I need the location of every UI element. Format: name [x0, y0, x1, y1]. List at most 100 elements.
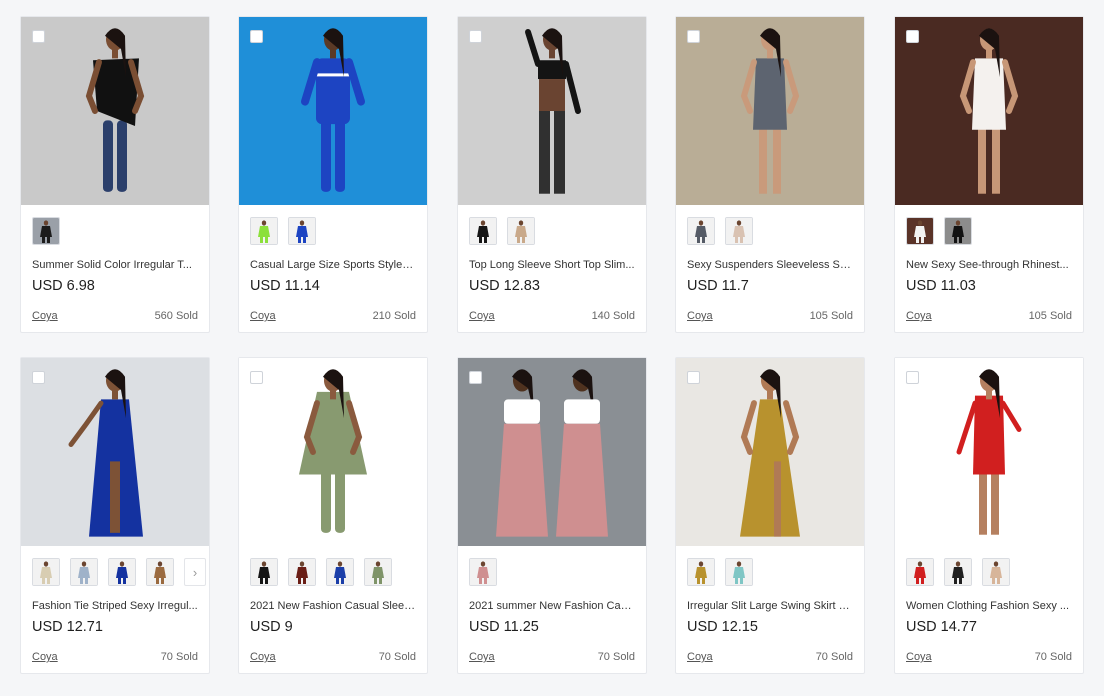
- seller-link[interactable]: Coya: [469, 310, 495, 322]
- select-checkbox[interactable]: [250, 371, 263, 384]
- color-swatches: [687, 558, 753, 586]
- product-card[interactable]: Top Long Sleeve Short Top Slim... USD 12.…: [457, 16, 647, 333]
- product-title[interactable]: Casual Large Size Sports Style T...: [250, 259, 416, 271]
- select-checkbox[interactable]: [469, 30, 482, 43]
- seller-link[interactable]: Coya: [250, 310, 276, 322]
- product-title[interactable]: 2021 summer New Fashion Cas...: [469, 600, 635, 612]
- color-swatches: [32, 217, 60, 245]
- seller-link[interactable]: Coya: [687, 651, 713, 663]
- sold-count: 70 Sold: [597, 651, 635, 663]
- product-image[interactable]: [21, 17, 209, 205]
- color-swatches: [906, 217, 972, 245]
- color-swatch[interactable]: [725, 217, 753, 245]
- color-swatch[interactable]: [944, 217, 972, 245]
- color-swatch[interactable]: [906, 558, 934, 586]
- product-card[interactable]: New Sexy See-through Rhinest... USD 11.03…: [894, 16, 1084, 333]
- select-checkbox[interactable]: [687, 30, 700, 43]
- product-price: USD 9: [250, 619, 293, 635]
- product-image[interactable]: [895, 358, 1083, 546]
- product-card[interactable]: 2021 summer New Fashion Cas... USD 11.25 C…: [457, 357, 647, 674]
- seller-link[interactable]: Coya: [32, 651, 58, 663]
- seller-link[interactable]: Coya: [250, 651, 276, 663]
- product-card[interactable]: Women Clothing Fashion Sexy ... USD 14.77…: [894, 357, 1084, 674]
- color-swatch[interactable]: [906, 217, 934, 245]
- chevron-right-icon[interactable]: ›: [184, 558, 206, 586]
- product-price: USD 12.15: [687, 619, 758, 635]
- color-swatch[interactable]: [288, 558, 316, 586]
- color-swatch[interactable]: [687, 558, 715, 586]
- product-card[interactable]: 2021 New Fashion Casual Sleev... USD 9 Coy…: [238, 357, 428, 674]
- seller-link[interactable]: Coya: [687, 310, 713, 322]
- product-image[interactable]: [458, 17, 646, 205]
- sold-count: 210 Sold: [372, 310, 416, 322]
- color-swatch[interactable]: [725, 558, 753, 586]
- color-swatch[interactable]: [944, 558, 972, 586]
- color-swatches: [906, 558, 1010, 586]
- product-card[interactable]: Summer Solid Color Irregular T... USD 6.9…: [20, 16, 210, 333]
- color-swatch[interactable]: [146, 558, 174, 586]
- color-swatches: [469, 217, 535, 245]
- product-title[interactable]: Sexy Suspenders Sleeveless She...: [687, 259, 853, 271]
- color-swatches: [469, 558, 497, 586]
- sold-count: 70 Sold: [378, 651, 416, 663]
- color-swatch[interactable]: [250, 217, 278, 245]
- sold-count: 140 Sold: [591, 310, 635, 322]
- sold-count: 70 Sold: [1034, 651, 1072, 663]
- seller-link[interactable]: Coya: [906, 310, 932, 322]
- color-swatch[interactable]: [288, 217, 316, 245]
- product-title[interactable]: New Sexy See-through Rhinest...: [906, 259, 1072, 271]
- product-title[interactable]: Fashion Tie Striped Sexy Irregul...: [32, 600, 198, 612]
- product-card[interactable]: Irregular Slit Large Swing Skirt S... USD…: [675, 357, 865, 674]
- product-title[interactable]: 2021 New Fashion Casual Sleev...: [250, 600, 416, 612]
- color-swatch[interactable]: [364, 558, 392, 586]
- product-price: USD 11.7: [687, 278, 749, 294]
- seller-link[interactable]: Coya: [906, 651, 932, 663]
- sold-count: 70 Sold: [815, 651, 853, 663]
- product-image[interactable]: [458, 358, 646, 546]
- select-checkbox[interactable]: [250, 30, 263, 43]
- product-card[interactable]: Casual Large Size Sports Style T... USD 1…: [238, 16, 428, 333]
- product-image[interactable]: [239, 358, 427, 546]
- color-swatch[interactable]: [32, 217, 60, 245]
- color-swatch[interactable]: [469, 558, 497, 586]
- seller-link[interactable]: Coya: [32, 310, 58, 322]
- color-swatch[interactable]: [687, 217, 715, 245]
- select-checkbox[interactable]: [687, 371, 700, 384]
- product-image[interactable]: [895, 17, 1083, 205]
- product-image[interactable]: [676, 358, 864, 546]
- product-card[interactable]: › Fashion Tie Striped Sexy Irregul... USD …: [20, 357, 210, 674]
- color-swatch[interactable]: [507, 217, 535, 245]
- product-image[interactable]: [676, 17, 864, 205]
- color-swatch[interactable]: [982, 558, 1010, 586]
- product-price: USD 6.98: [32, 278, 95, 294]
- product-title[interactable]: Top Long Sleeve Short Top Slim...: [469, 259, 635, 271]
- color-swatch[interactable]: [32, 558, 60, 586]
- select-checkbox[interactable]: [906, 371, 919, 384]
- color-swatches: [250, 558, 392, 586]
- select-checkbox[interactable]: [32, 30, 45, 43]
- sold-count: 70 Sold: [160, 651, 198, 663]
- color-swatch[interactable]: [108, 558, 136, 586]
- product-price: USD 12.71: [32, 619, 103, 635]
- color-swatch[interactable]: [70, 558, 98, 586]
- product-price: USD 11.25: [469, 619, 539, 635]
- color-swatch[interactable]: [250, 558, 278, 586]
- product-image[interactable]: [21, 358, 209, 546]
- sold-count: 560 Sold: [154, 310, 198, 322]
- product-title[interactable]: Irregular Slit Large Swing Skirt S...: [687, 600, 853, 612]
- select-checkbox[interactable]: [32, 371, 45, 384]
- product-title[interactable]: Summer Solid Color Irregular T...: [32, 259, 198, 271]
- color-swatch[interactable]: [469, 217, 497, 245]
- product-price: USD 11.03: [906, 278, 976, 294]
- select-checkbox[interactable]: [469, 371, 482, 384]
- color-swatches: ›: [32, 558, 206, 586]
- product-title[interactable]: Women Clothing Fashion Sexy ...: [906, 600, 1072, 612]
- sold-count: 105 Sold: [1028, 310, 1072, 322]
- select-checkbox[interactable]: [906, 30, 919, 43]
- color-swatch[interactable]: [326, 558, 354, 586]
- product-card[interactable]: Sexy Suspenders Sleeveless She... USD 11.…: [675, 16, 865, 333]
- product-image[interactable]: [239, 17, 427, 205]
- seller-link[interactable]: Coya: [469, 651, 495, 663]
- product-price: USD 14.77: [906, 619, 977, 635]
- sold-count: 105 Sold: [809, 310, 853, 322]
